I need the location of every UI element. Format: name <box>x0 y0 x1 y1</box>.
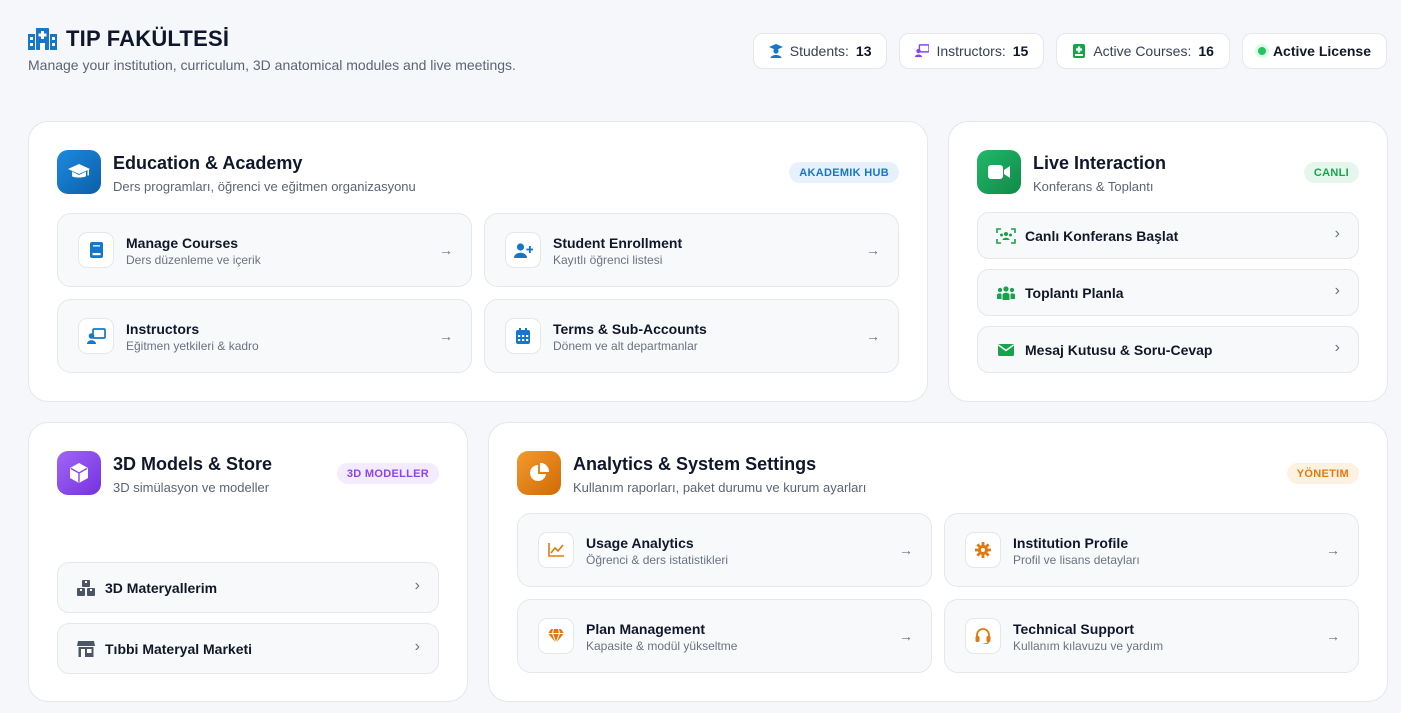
analytics-card: Analytics & System Settings Kullanım rap… <box>488 422 1388 702</box>
group-icon <box>996 284 1016 302</box>
3d-models-card: 3D Models & Store 3D simülasyon ve model… <box>28 422 468 702</box>
tile-student-enrollment[interactable]: Student Enrollment Kayıtlı öğrenci liste… <box>484 213 899 287</box>
card-badge: YÖNETIM <box>1286 463 1359 484</box>
chevron-right-icon: › <box>1334 282 1340 299</box>
hospital-icon <box>28 27 57 51</box>
stat-instructors: Instructors: 15 <box>899 33 1045 69</box>
store-icon <box>76 640 96 658</box>
live-interaction-card: Live Interaction Konferans & Toplantı CA… <box>948 121 1388 402</box>
card-badge: CANLI <box>1303 162 1359 183</box>
book-icon <box>78 232 114 268</box>
boxes-icon <box>76 579 96 597</box>
arrow-right-icon: → <box>899 542 913 558</box>
row-message-box[interactable]: Mesaj Kutusu & Soru-Cevap › <box>977 326 1359 373</box>
chevron-right-icon: › <box>1334 225 1340 242</box>
arrow-right-icon: → <box>1326 542 1340 558</box>
tile-institution-profile[interactable]: Institution Profile Profil ve lisans det… <box>944 513 1359 587</box>
graduation-cap-icon <box>57 150 101 194</box>
stats-bar: Students: 13 Instructors: 15 Active Course… <box>752 33 1387 69</box>
students-icon <box>768 44 783 58</box>
card-title: Education & Academy <box>113 153 303 173</box>
stat-students: Students: 13 <box>752 33 888 69</box>
row-plan-meeting[interactable]: Toplantı Planla › <box>977 269 1359 316</box>
chevron-right-icon: › <box>414 577 420 594</box>
gem-icon <box>538 618 574 654</box>
tile-terms-sub-accounts[interactable]: Terms & Sub-Accounts Dönem ve alt depart… <box>484 299 899 373</box>
tile-manage-courses[interactable]: Manage Courses Ders düzenleme ve içerik … <box>57 213 472 287</box>
arrow-right-icon: → <box>1326 628 1340 644</box>
tile-plan-management[interactable]: Plan Management Kapasite & modül yükselt… <box>517 599 932 673</box>
card-title: 3D Models & Store <box>113 454 273 474</box>
card-subtitle: 3D simülasyon ve modeller <box>113 480 270 495</box>
headset-icon <box>965 618 1001 654</box>
line-chart-icon <box>538 532 574 568</box>
tile-usage-analytics[interactable]: Usage Analytics Öğrenci & ders istatisti… <box>517 513 932 587</box>
book-icon <box>1072 44 1086 58</box>
tile-instructors[interactable]: Instructors Eğitmen yetkileri & kadro → <box>57 299 472 373</box>
chevron-right-icon: › <box>414 638 420 655</box>
row-start-live-conference[interactable]: Canlı Konferans Başlat › <box>977 212 1359 259</box>
card-subtitle: Konferans & Toplantı <box>1033 179 1154 194</box>
page-header: TIP FAKÜLTESİ Manage your institution, c… <box>28 26 1387 86</box>
card-title: Analytics & System Settings <box>573 454 817 474</box>
license-badge: Active License <box>1241 33 1387 69</box>
arrow-right-icon: → <box>866 242 880 258</box>
cube-icon <box>57 451 101 495</box>
chevron-right-icon: › <box>1334 339 1340 356</box>
chalkboard-teacher-icon <box>78 318 114 354</box>
row-medical-material-market[interactable]: Tıbbi Materyal Marketi › <box>57 623 439 674</box>
page-title: TIP FAKÜLTESİ <box>66 26 230 51</box>
arrow-right-icon: → <box>439 242 453 258</box>
row-my-3d-materials[interactable]: 3D Materyallerim › <box>57 562 439 613</box>
card-title: Live Interaction <box>1033 153 1167 173</box>
status-dot <box>1257 47 1266 55</box>
arrow-right-icon: → <box>866 328 880 344</box>
arrow-right-icon: → <box>899 628 913 644</box>
conference-icon <box>996 227 1016 245</box>
stat-active-courses: Active Courses: 16 <box>1056 33 1230 69</box>
video-camera-icon <box>977 150 1021 194</box>
instructor-icon <box>915 44 930 58</box>
pie-chart-icon <box>517 451 561 495</box>
tile-technical-support[interactable]: Technical Support Kullanım kılavuzu ve y… <box>944 599 1359 673</box>
arrow-right-icon: → <box>439 328 453 344</box>
gear-icon <box>965 532 1001 568</box>
card-subtitle: Ders programları, öğrenci ve eğitmen org… <box>113 179 416 194</box>
calendar-icon <box>505 318 541 354</box>
card-subtitle: Kullanım raporları, paket durumu ve kuru… <box>573 480 867 495</box>
card-badge: 3D MODELLER <box>336 463 439 484</box>
user-plus-icon <box>505 232 541 268</box>
card-badge: AKADEMIK HUB <box>789 162 899 183</box>
envelope-icon <box>996 341 1016 359</box>
education-card: Education & Academy Ders programları, öğ… <box>28 121 928 402</box>
